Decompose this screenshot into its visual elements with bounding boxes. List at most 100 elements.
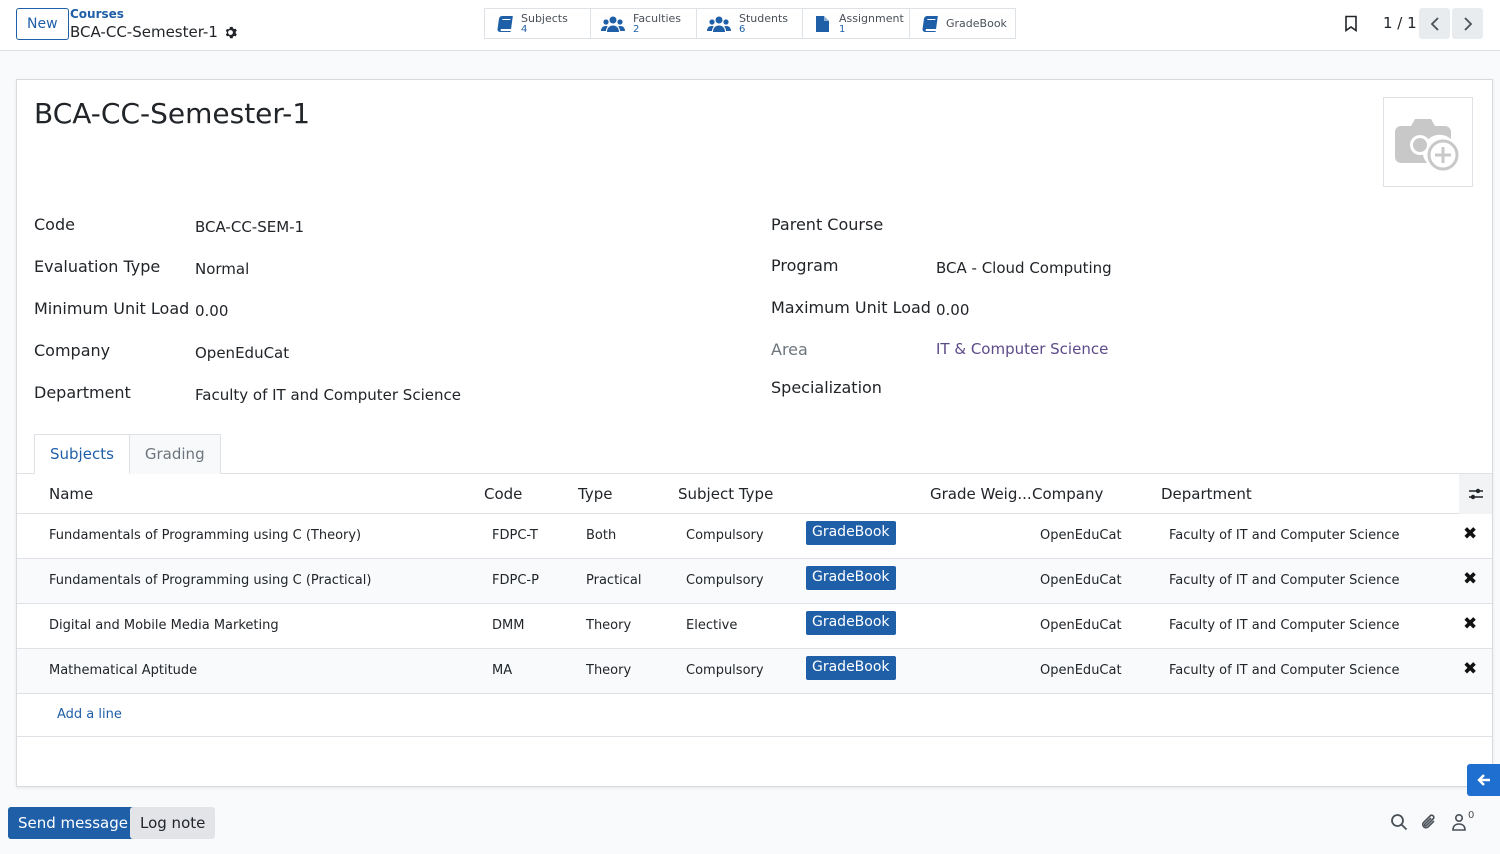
table-row[interactable]: Mathematical Aptitude MA Theory Compulso… [17,649,1492,694]
file-icon [816,15,829,32]
cell-subject-type: Compulsory [686,573,764,588]
smart-button-subjects[interactable]: Subjects 4 [484,8,591,39]
column-header-company[interactable]: Company [1032,485,1103,503]
field-value-evaluation-type[interactable]: Normal [195,260,249,278]
column-header-grade-weight[interactable]: Grade Weig... [930,485,1032,503]
field-label-company: Company [34,341,111,360]
field-value-area[interactable]: IT & Computer Science [936,340,1108,358]
delete-row-icon[interactable]: ✖ [1463,569,1477,589]
column-header-code[interactable]: Code [484,485,522,503]
gradebook-button[interactable]: GradeBook [806,611,896,635]
smart-button-label: GradeBook [946,17,1007,30]
send-message-button[interactable]: Send message [8,807,138,839]
cell-company: OpenEduCat [1040,573,1122,588]
arrow-left-icon [1476,774,1490,786]
smart-button-students[interactable]: Students 6 [696,8,803,39]
breadcrumb-parent[interactable]: Courses [70,7,124,21]
form-sheet: BCA-CC-Semester-1 Code BCA-CC-SEM-1 Eval… [16,79,1493,787]
smart-button-count: 6 [739,23,746,35]
bookmark-icon[interactable] [1344,15,1358,32]
delete-row-icon[interactable]: ✖ [1463,614,1477,634]
gradebook-button[interactable]: GradeBook [806,656,896,680]
table-footer-divider [17,736,1492,737]
field-label-minimum-unit-load: Minimum Unit Load [34,299,190,318]
cell-name: Digital and Mobile Media Marketing [49,618,279,633]
cell-department: Faculty of IT and Computer Science [1169,573,1400,588]
field-value-department[interactable]: Faculty of IT and Computer Science [195,386,461,404]
column-header-department[interactable]: Department [1161,485,1252,503]
users-icon [601,16,625,32]
cell-type: Theory [586,663,632,678]
field-value-code[interactable]: BCA-CC-SEM-1 [195,218,304,236]
field-value-program[interactable]: BCA - Cloud Computing [936,259,1112,277]
gradebook-button[interactable]: GradeBook [806,566,896,590]
smart-button-count: 2 [633,23,640,35]
field-label-department: Department [34,383,131,402]
table-row[interactable]: Fundamentals of Programming using C (Pra… [17,559,1492,604]
delete-row-icon[interactable]: ✖ [1463,659,1477,679]
cell-company: OpenEduCat [1040,618,1122,633]
field-label-parent-course: Parent Course [771,215,884,234]
paperclip-icon[interactable] [1420,813,1438,831]
field-value-company[interactable]: OpenEduCat [195,344,289,362]
cell-company: OpenEduCat [1040,528,1122,543]
field-label-code: Code [34,215,75,234]
record-title[interactable]: BCA-CC-Semester-1 [34,97,310,130]
breadcrumb-current-label: BCA-CC-Semester-1 [70,23,218,41]
book-icon [497,15,513,32]
new-button[interactable]: New [16,8,69,40]
table-row[interactable]: Fundamentals of Programming using C (The… [17,514,1492,559]
smart-button-label: Subjects [521,11,568,25]
field-label-evaluation-type: Evaluation Type [34,257,161,276]
pager-value[interactable]: 1 / 1 [1383,14,1417,32]
notebook-tabs: Subjects Grading [34,434,221,474]
field-value-maximum-unit-load[interactable]: 0.00 [936,301,969,319]
field-label-specialization: Specialization [771,378,882,397]
field-label-area: Area [771,340,808,359]
cell-name: Fundamentals of Programming using C (Pra… [49,573,372,588]
cell-name: Fundamentals of Programming using C (The… [49,528,362,543]
control-panel: New Courses BCA-CC-Semester-1 Subjects 4… [0,0,1500,51]
smart-button-faculties[interactable]: Faculties 2 [590,8,697,39]
smart-button-label: Faculties [633,11,682,25]
cell-code: DMM [492,618,525,633]
followers-icon[interactable] [1451,813,1469,831]
smart-button-count: 4 [521,23,528,35]
cell-department: Faculty of IT and Computer Science [1169,528,1400,543]
delete-row-icon[interactable]: ✖ [1463,524,1477,544]
field-label-program: Program [771,256,839,275]
image-upload[interactable] [1383,97,1473,187]
cell-department: Faculty of IT and Computer Science [1169,618,1400,633]
column-header-name[interactable]: Name [49,485,93,503]
followers-count: 0 [1468,810,1475,821]
field-value-minimum-unit-load[interactable]: 0.00 [195,302,228,320]
optional-columns-toggle[interactable] [1459,474,1492,514]
column-header-type[interactable]: Type [578,485,612,503]
chatter-toggle-button[interactable] [1467,764,1500,796]
smart-button-assignment[interactable]: Assignment 1 [802,8,910,39]
tab-subjects[interactable]: Subjects [34,434,130,474]
cell-subject-type: Compulsory [686,663,764,678]
book-icon [922,15,938,32]
cell-name: Mathematical Aptitude [49,663,198,678]
smart-button-gradebook[interactable]: GradeBook [909,8,1016,39]
cell-type: Practical [586,573,642,588]
gradebook-button[interactable]: GradeBook [806,521,896,545]
smart-button-count: 1 [839,23,846,35]
smart-button-label: Students [739,11,789,25]
previous-record-button[interactable] [1419,8,1450,39]
log-note-button[interactable]: Log note [130,807,216,839]
breadcrumb-current: BCA-CC-Semester-1 [70,23,237,41]
field-label-maximum-unit-load: Maximum Unit Load [771,298,931,317]
sliders-icon [1468,488,1483,500]
tab-grading[interactable]: Grading [129,434,221,474]
add-line-link[interactable]: Add a line [57,707,122,722]
column-header-subject-type[interactable]: Subject Type [678,485,773,503]
cell-code: FDPC-T [492,528,538,543]
table-row[interactable]: Digital and Mobile Media Marketing DMM T… [17,604,1492,649]
table-header: Name Code Type Subject Type Grade Weig..… [17,474,1492,514]
search-icon[interactable] [1390,813,1408,831]
gear-icon[interactable] [224,26,237,39]
cell-type: Theory [586,618,632,633]
next-record-button[interactable] [1452,8,1483,39]
